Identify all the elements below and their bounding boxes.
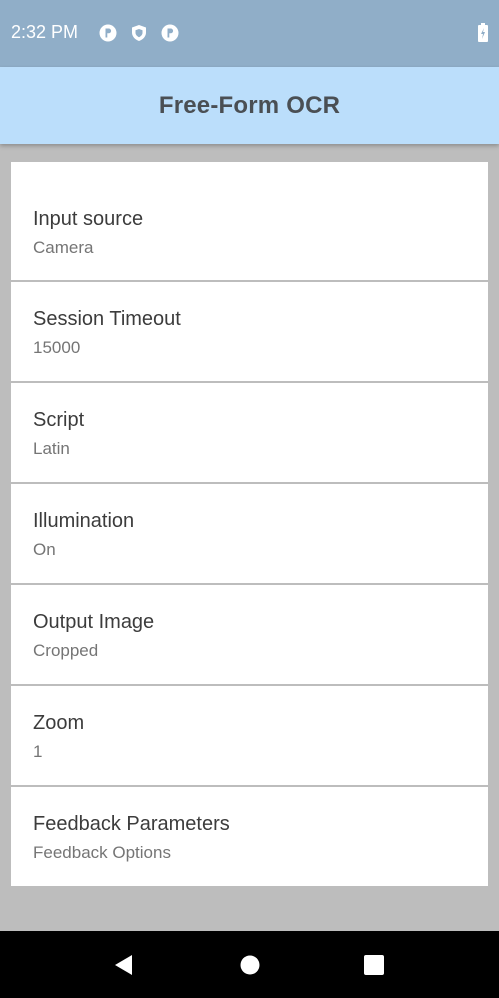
page-title: Free-Form OCR: [158, 92, 341, 119]
pref-session-timeout[interactable]: Session Timeout 15000: [11, 282, 488, 383]
pref-input-source[interactable]: Input source Camera: [11, 162, 488, 282]
pref-summary: On: [33, 540, 56, 559]
pref-illumination[interactable]: Illumination On: [11, 484, 488, 585]
status-bar: 2:32 PM: [0, 0, 499, 67]
preferences-list: Input source Camera Session Timeout 1500…: [11, 162, 488, 886]
pref-feedback-parameters[interactable]: Feedback Parameters Feedback Options: [11, 787, 488, 886]
pref-summary: Cropped: [33, 641, 99, 660]
pref-summary: 1: [33, 742, 43, 761]
home-icon[interactable]: [236, 951, 264, 979]
pref-zoom[interactable]: Zoom 1: [11, 686, 488, 787]
pref-summary: Camera: [33, 238, 94, 257]
pref-summary: 15000: [33, 338, 81, 357]
navigation-bar: [0, 931, 499, 998]
pref-summary: Feedback Options: [33, 843, 171, 862]
pref-title: Script: [33, 409, 85, 431]
app-bar: Free-Form OCR: [0, 67, 499, 144]
pref-title: Input source: [33, 208, 144, 230]
pref-title: Output Image: [33, 611, 155, 633]
pref-summary: Latin: [33, 439, 70, 458]
pref-title: Session Timeout: [33, 308, 181, 330]
back-icon[interactable]: [110, 951, 138, 979]
pref-title: Zoom: [33, 712, 85, 734]
pref-title: Feedback Parameters: [33, 813, 230, 835]
notification-p-icon: [99, 24, 117, 42]
notification-p-icon: [161, 24, 179, 42]
status-time: 2:32 PM: [11, 22, 79, 42]
pref-title: Illumination: [33, 510, 135, 532]
shield-icon: [132, 25, 146, 41]
pref-output-image[interactable]: Output Image Cropped: [11, 585, 488, 686]
pref-script[interactable]: Script Latin: [11, 383, 488, 484]
battery-charging-icon: [478, 23, 488, 42]
recents-icon[interactable]: [360, 951, 388, 979]
